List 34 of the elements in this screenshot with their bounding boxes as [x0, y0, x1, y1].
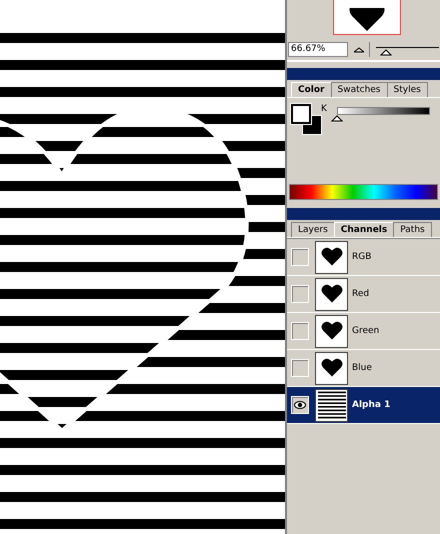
slider-thumb[interactable] — [380, 49, 392, 56]
slider-label: K — [321, 104, 327, 114]
channel-name: Red — [352, 289, 370, 299]
channel-name: Green — [352, 326, 380, 336]
eye-icon — [294, 401, 306, 409]
channel-name: Alpha 1 — [352, 400, 390, 410]
channel-name: RGB — [352, 252, 372, 262]
visibility-toggle[interactable] — [291, 248, 309, 266]
navigator-thumbnail[interactable] — [332, 0, 400, 35]
channel-row[interactable]: RGB — [287, 239, 440, 276]
channel-thumbnail — [315, 388, 348, 422]
panel-tab[interactable]: Styles — [386, 82, 428, 97]
color-spectrum[interactable] — [289, 184, 438, 200]
channel-row[interactable]: Red — [287, 276, 440, 313]
channel-thumbnail — [315, 240, 348, 274]
visibility-toggle[interactable] — [291, 359, 309, 377]
channel-thumbnail — [315, 352, 348, 384]
slider-thumb[interactable] — [330, 115, 343, 122]
panel-tab[interactable]: Swatches — [330, 82, 388, 97]
channel-row[interactable]: Green — [287, 313, 440, 350]
panel-tab[interactable]: Color — [291, 82, 332, 97]
visibility-toggle[interactable] — [291, 322, 309, 340]
panel-tab[interactable]: Channels — [334, 222, 394, 237]
color-swatches-icon[interactable] — [291, 104, 321, 134]
channel-row[interactable]: Blue — [287, 350, 440, 387]
channel-name: Blue — [352, 363, 372, 373]
panel-tab[interactable]: Paths — [393, 222, 432, 237]
channel-thumbnail — [315, 278, 348, 310]
channel-row[interactable]: Alpha 1 — [287, 387, 440, 424]
panel-tab[interactable]: Layers — [291, 222, 335, 237]
visibility-toggle[interactable] — [291, 285, 309, 303]
channel-thumbnail — [315, 314, 348, 348]
visibility-toggle[interactable] — [291, 396, 309, 414]
zoom-field[interactable]: 66.67% — [288, 42, 348, 57]
